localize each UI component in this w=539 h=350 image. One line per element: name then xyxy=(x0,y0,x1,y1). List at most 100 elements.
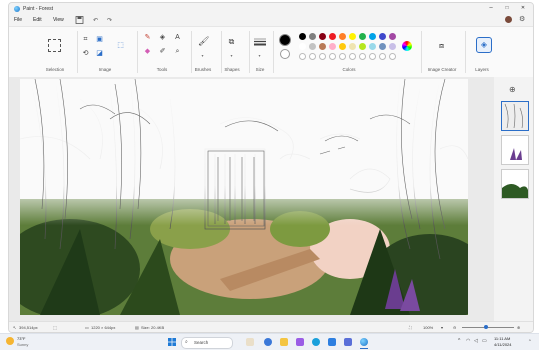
paint-window: Paint - Forest – □ ✕ File Edit View ↶ ↷ … xyxy=(8,2,534,333)
color-swatch[interactable] xyxy=(369,43,376,50)
rotate-icon[interactable]: ⟲ xyxy=(81,49,90,58)
color-swatch[interactable] xyxy=(389,33,396,40)
layer-thumbnail-sketch[interactable] xyxy=(501,101,529,131)
eraser-icon[interactable]: ◆ xyxy=(143,47,152,56)
brush-icon[interactable]: 🖌 xyxy=(198,37,209,46)
menu-edit[interactable]: Edit xyxy=(33,17,42,23)
image-creator-icon[interactable]: ⧈ xyxy=(437,41,446,50)
forest-artwork xyxy=(20,79,468,315)
background-remove-icon[interactable]: ⬚ xyxy=(116,41,125,50)
size-dropdown-icon[interactable]: ▾ xyxy=(255,51,264,60)
color-swatch[interactable] xyxy=(349,53,356,60)
color-swatch[interactable] xyxy=(329,53,336,60)
settings-gear-icon[interactable]: ⚙ xyxy=(519,15,525,23)
start-windows-icon[interactable] xyxy=(168,338,176,346)
wifi-icon[interactable]: ◠ xyxy=(466,338,470,344)
flip-icon[interactable]: ◪ xyxy=(95,49,104,58)
minimize-button[interactable]: – xyxy=(485,5,497,11)
file-explorer-icon[interactable] xyxy=(280,338,288,346)
account-avatar[interactable] xyxy=(505,16,512,23)
primary-color-swatch[interactable] xyxy=(279,34,291,46)
zoom-slider[interactable] xyxy=(462,327,514,328)
zoom-out-icon[interactable]: ⊖ xyxy=(453,325,456,330)
color-swatch[interactable] xyxy=(359,43,366,50)
weather-sun-icon[interactable] xyxy=(6,337,14,345)
zoom-level[interactable]: 100% xyxy=(423,325,433,330)
file-size: Size: 20.4KB xyxy=(141,325,165,330)
color-swatch[interactable] xyxy=(339,43,346,50)
resize-icon[interactable]: ▣ xyxy=(95,35,104,44)
volume-icon[interactable]: ◁ xyxy=(474,338,478,344)
notification-bell-icon[interactable]: ◔ xyxy=(528,338,531,344)
color-swatch[interactable] xyxy=(299,43,306,50)
pencil-icon[interactable]: ✎ xyxy=(143,33,152,42)
brushes-dropdown-icon[interactable]: ▾ xyxy=(198,51,207,60)
save-icon[interactable] xyxy=(75,16,84,24)
color-swatch[interactable] xyxy=(369,53,376,60)
shapes-icon[interactable]: ⧉ xyxy=(227,37,236,46)
secondary-color-swatch[interactable] xyxy=(280,49,290,59)
terminal-icon[interactable] xyxy=(344,338,352,346)
title-bar: Paint - Forest – □ ✕ xyxy=(9,3,533,14)
color-swatch[interactable] xyxy=(349,43,356,50)
zoom-in-icon[interactable]: ⊕ xyxy=(517,325,520,330)
color-swatch[interactable] xyxy=(319,43,326,50)
menu-file[interactable]: File xyxy=(14,17,22,23)
color-swatch[interactable] xyxy=(309,53,316,60)
text-icon[interactable]: A xyxy=(173,33,182,42)
close-button[interactable]: ✕ xyxy=(517,5,529,11)
stroke-size-icon[interactable] xyxy=(254,38,266,46)
ribbon-divider xyxy=(137,31,138,73)
color-swatch[interactable] xyxy=(389,53,396,60)
layer-thumbnail-plants[interactable] xyxy=(501,135,529,165)
battery-icon[interactable]: ▭ xyxy=(482,338,487,344)
color-swatch[interactable] xyxy=(309,43,316,50)
color-swatch[interactable] xyxy=(339,53,346,60)
copilot-icon[interactable] xyxy=(264,338,272,346)
selection-tool-icon[interactable] xyxy=(48,39,61,52)
maximize-button[interactable]: □ xyxy=(501,5,513,11)
clock-time[interactable]: 11:11 AM xyxy=(494,336,510,341)
color-swatch[interactable] xyxy=(369,33,376,40)
color-swatch[interactable] xyxy=(299,33,306,40)
fit-to-window-icon[interactable]: ⛶ xyxy=(409,325,412,330)
magnifier-icon[interactable]: ⌕ xyxy=(173,47,182,56)
color-swatch[interactable] xyxy=(389,43,396,50)
store-icon[interactable] xyxy=(328,338,336,346)
crop-icon[interactable]: ⌗ xyxy=(81,35,90,44)
edit-colors-icon[interactable] xyxy=(402,41,412,51)
color-swatch[interactable] xyxy=(359,33,366,40)
menu-view[interactable]: View xyxy=(53,17,64,23)
taskbar-search-box[interactable]: ⌕ Search xyxy=(181,337,233,349)
color-swatch[interactable] xyxy=(329,33,336,40)
clock-date[interactable]: 4/11/2024 xyxy=(494,342,512,347)
color-swatch[interactable] xyxy=(359,53,366,60)
color-swatch[interactable] xyxy=(299,53,306,60)
paint-taskbar-icon[interactable] xyxy=(360,338,368,346)
color-swatch[interactable] xyxy=(309,33,316,40)
color-swatch[interactable] xyxy=(319,33,326,40)
color-swatch[interactable] xyxy=(329,43,336,50)
zoom-dropdown-icon[interactable]: ▾ xyxy=(441,325,443,330)
color-swatch[interactable] xyxy=(349,33,356,40)
color-swatch[interactable] xyxy=(379,53,386,60)
color-swatch[interactable] xyxy=(339,33,346,40)
fill-bucket-icon[interactable]: ◈ xyxy=(158,33,167,42)
zoom-slider-thumb[interactable] xyxy=(484,325,488,329)
edge-browser-icon[interactable] xyxy=(312,338,320,346)
shapes-dropdown-icon[interactable]: ▾ xyxy=(227,51,236,60)
layers-icon[interactable]: ◈ xyxy=(476,37,492,53)
color-picker-icon[interactable]: ✐ xyxy=(158,47,167,56)
photos-icon[interactable] xyxy=(296,338,304,346)
add-layer-icon[interactable]: ⊕ xyxy=(509,85,516,94)
widgets-landscape-icon[interactable] xyxy=(246,338,254,346)
color-swatch[interactable] xyxy=(319,53,326,60)
redo-icon[interactable]: ↷ xyxy=(107,17,112,24)
tray-chevron-icon[interactable]: ^ xyxy=(458,338,460,344)
layer-thumbnail-foliage[interactable] xyxy=(501,169,529,199)
drawing-canvas[interactable] xyxy=(20,79,468,315)
color-swatch[interactable] xyxy=(379,33,386,40)
undo-icon[interactable]: ↶ xyxy=(93,17,98,24)
ribbon-toolbar: Selection ⌗ ▣ ⟲ ◪ ⬚ Image ✎ ◈ A ◆ ✐ ⌕ To… xyxy=(9,26,533,78)
color-swatch[interactable] xyxy=(379,43,386,50)
